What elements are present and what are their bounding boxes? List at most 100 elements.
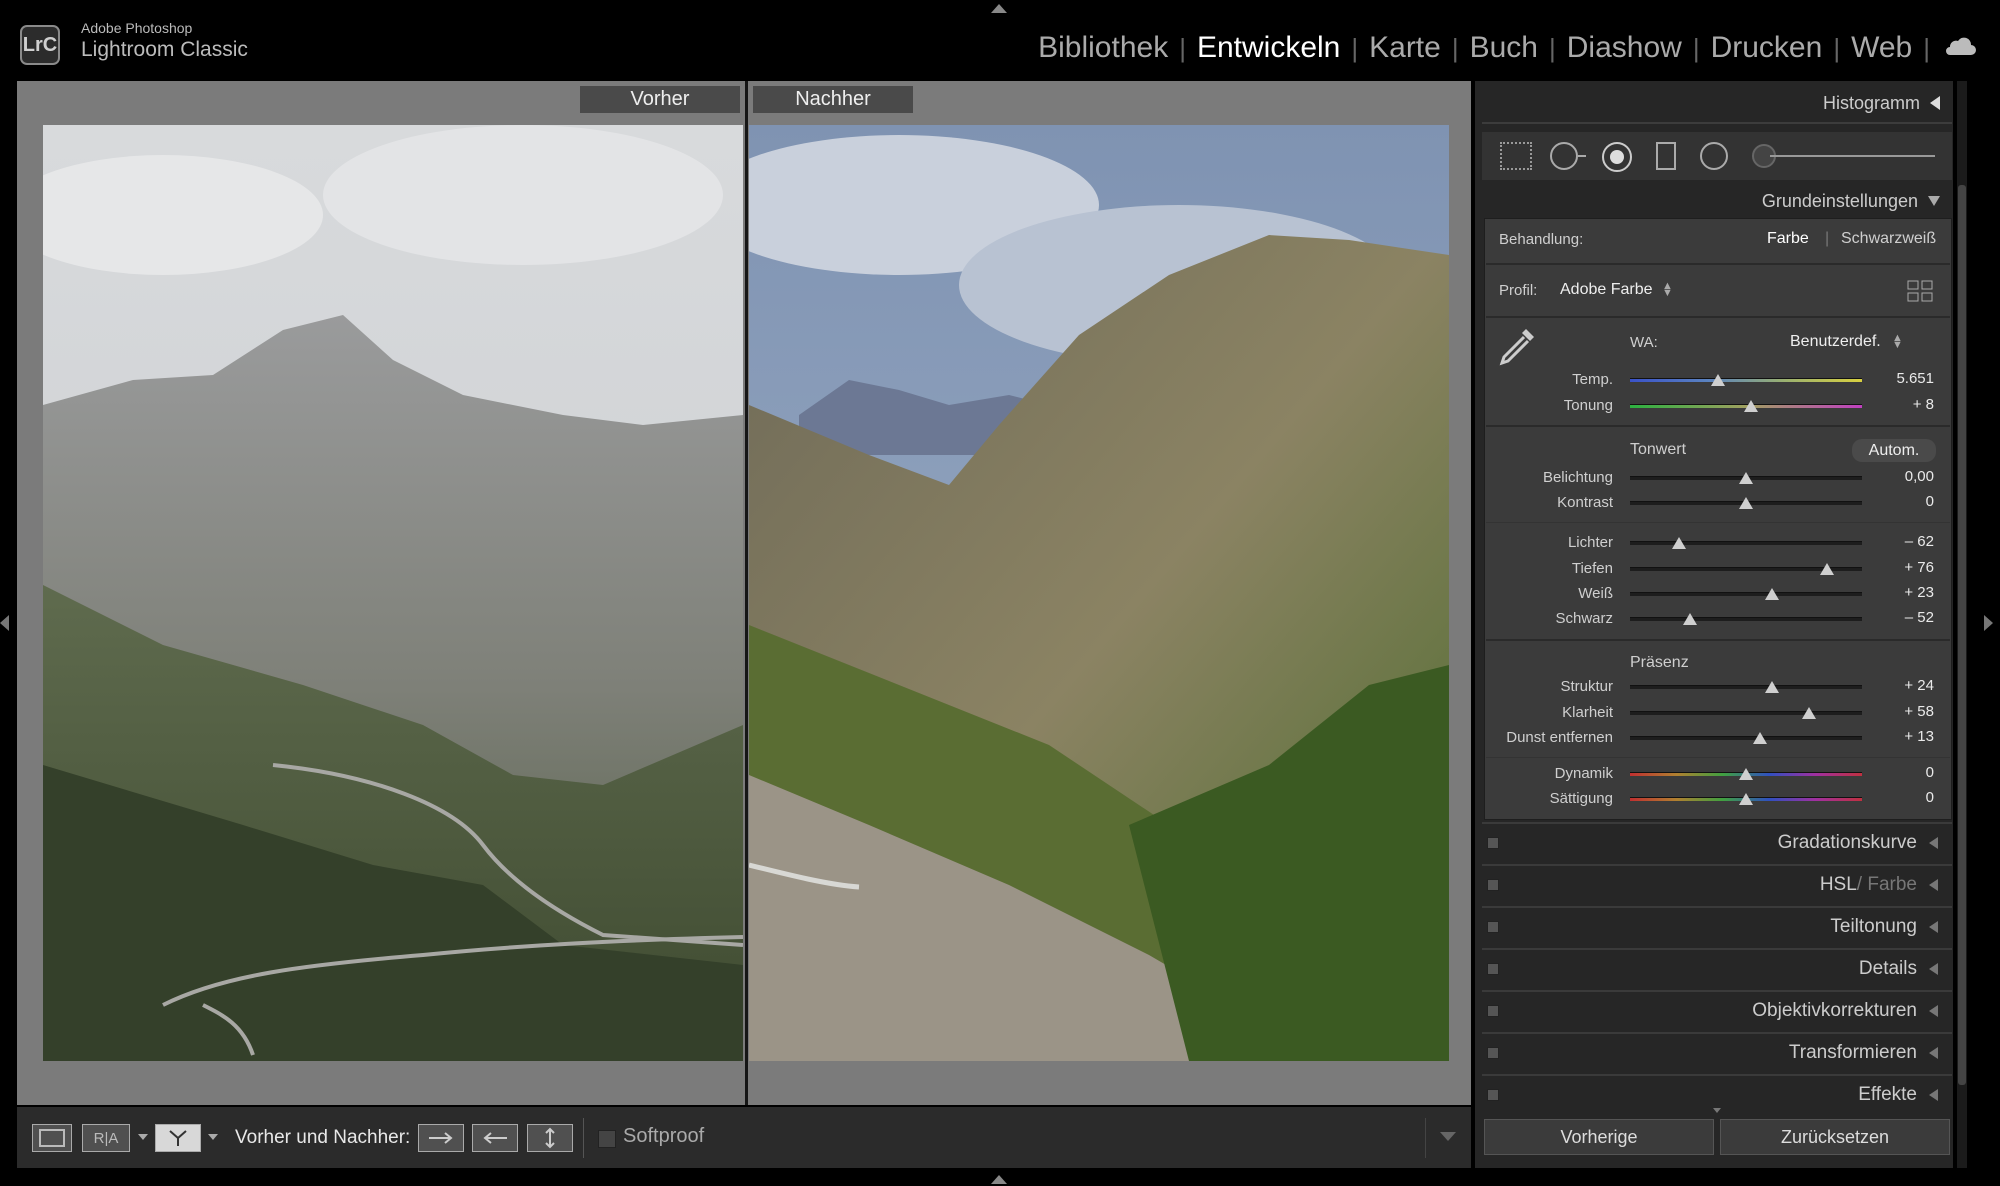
profile-browser-grid-icon[interactable] [1907, 280, 1933, 302]
swap-before-after-button[interactable] [527, 1124, 573, 1152]
module-drucken[interactable]: Drucken [1700, 31, 1834, 65]
slider-thumb-kontrast[interactable] [1739, 497, 1753, 509]
wb-dropdown[interactable]: Benutzerdef. [1790, 333, 1881, 351]
slider-thumb-temp[interactable] [1711, 374, 1726, 386]
auto-tone-button[interactable]: Autom. [1852, 439, 1936, 462]
module-diashow[interactable]: Diashow [1556, 31, 1693, 65]
split-view-button[interactable] [155, 1124, 201, 1152]
slider-track-temp[interactable] [1630, 378, 1862, 382]
module-karte[interactable]: Karte [1358, 31, 1452, 65]
slider-thumb-dunst[interactable] [1752, 732, 1767, 744]
slider-value-saettigung[interactable]: 0 [1874, 789, 1934, 806]
slider-track-dunst[interactable] [1630, 736, 1862, 740]
slider-value-dunst[interactable]: + 13 [1874, 728, 1934, 745]
slider-value-struktur[interactable]: + 24 [1874, 677, 1934, 694]
section-title: Gradationskurve [1777, 832, 1917, 853]
section-switch-icon[interactable] [1487, 1005, 1499, 1017]
section-header-gradationskurve[interactable]: Gradationskurve [1482, 822, 1952, 862]
slider-label-tiefen: Tiefen [1571, 560, 1613, 577]
slider-value-belichtung[interactable]: 0,00 [1874, 468, 1934, 485]
histogram-title: Histogramm [1822, 92, 1920, 113]
slider-thumb-schwarz[interactable] [1683, 613, 1698, 625]
slider-thumb-belichtung[interactable] [1739, 472, 1753, 484]
section-header-hsl[interactable]: HSL / Farbe [1482, 864, 1952, 904]
treatment-color-option[interactable]: Farbe [1767, 230, 1809, 248]
slider-track-schwarz[interactable] [1630, 617, 1862, 621]
wb-updown-icon[interactable]: ▲ ▼ [1892, 333, 1903, 351]
red-eye-icon[interactable] [1602, 142, 1632, 172]
section-switch-icon[interactable] [1487, 1047, 1499, 1059]
wb-eyedropper-icon[interactable] [1496, 325, 1538, 367]
section-switch-icon[interactable] [1487, 1089, 1499, 1101]
section-header-teiltonung[interactable]: Teiltonung [1482, 906, 1952, 946]
module-buch[interactable]: Buch [1459, 31, 1549, 65]
section-switch-icon[interactable] [1487, 837, 1499, 849]
before-after-divider[interactable] [745, 81, 748, 1105]
slider-label-kontrast: Kontrast [1557, 494, 1613, 511]
right-panel-arrow-icon[interactable] [1984, 615, 1993, 631]
slider-track-lichter[interactable] [1630, 541, 1862, 545]
module-entwickeln[interactable]: Entwickeln [1186, 31, 1351, 65]
slider-value-temp[interactable]: 5.651 [1874, 370, 1934, 387]
slider-track-klarheit[interactable] [1630, 711, 1862, 715]
section-switch-icon[interactable] [1487, 879, 1499, 891]
crop-tool-icon[interactable] [1500, 142, 1532, 170]
split-dropdown-icon[interactable] [208, 1134, 218, 1140]
slider-thumb-tiefen[interactable] [1820, 563, 1835, 575]
expand-triangle-icon [1928, 196, 1940, 206]
basic-panel-header[interactable]: Grundeinstellungen [1480, 186, 1940, 216]
slider-value-tonung[interactable]: + 8 [1874, 396, 1934, 413]
module-separator: | [1923, 32, 1930, 63]
module-bibliothek[interactable]: Bibliothek [1027, 31, 1179, 65]
slider-track-weiss[interactable] [1630, 592, 1862, 596]
slider-label-dynamik: Dynamik [1554, 765, 1613, 782]
radial-filter-icon[interactable] [1700, 142, 1728, 170]
spot-removal-icon[interactable] [1550, 142, 1578, 170]
module-web[interactable]: Web [1840, 31, 1923, 65]
ab-view-button[interactable]: R|A [82, 1124, 130, 1152]
slider-value-klarheit[interactable]: + 58 [1874, 703, 1934, 720]
toolbar-content-dropdown-icon[interactable] [1440, 1132, 1456, 1141]
arrow-right-icon [429, 1132, 453, 1144]
section-header-details[interactable]: Details [1482, 948, 1952, 988]
previous-button[interactable]: Vorherige [1484, 1119, 1714, 1155]
histogram-header[interactable]: Histogramm [1480, 88, 1940, 118]
slider-value-lichter[interactable]: – 62 [1874, 533, 1934, 550]
softproof-checkbox[interactable] [598, 1130, 616, 1148]
slider-thumb-dynamik[interactable] [1739, 768, 1753, 780]
panel-scrollbar-thumb[interactable] [1958, 185, 1966, 1085]
section-switch-icon[interactable] [1487, 921, 1499, 933]
slider-thumb-klarheit[interactable] [1801, 707, 1816, 719]
left-panel-arrow-icon[interactable] [0, 615, 9, 631]
slider-thumb-weiss[interactable] [1764, 588, 1779, 600]
slider-thumb-lichter[interactable] [1671, 537, 1686, 549]
top-panel-arrow-icon[interactable] [991, 4, 1007, 13]
reset-button[interactable]: Zurücksetzen [1720, 1119, 1950, 1155]
treatment-bw-option[interactable]: Schwarzweiß [1841, 230, 1936, 248]
slider-value-tiefen[interactable]: + 76 [1874, 559, 1934, 576]
slider-value-schwarz[interactable]: – 52 [1874, 609, 1934, 626]
cloud-icon[interactable] [1944, 37, 1976, 55]
section-switch-icon[interactable] [1487, 963, 1499, 975]
profile-updown-icon[interactable]: ▲ ▼ [1662, 281, 1673, 299]
tool-slider-track[interactable] [1770, 155, 1935, 157]
section-header-transformieren[interactable]: Transformieren [1482, 1032, 1952, 1072]
section-header-objektivkorrekturen[interactable]: Objektivkorrekturen [1482, 990, 1952, 1030]
copy-before-to-after-button[interactable] [418, 1124, 464, 1152]
basic-panel-title: Grundeinstellungen [1761, 190, 1918, 211]
swap-icon [545, 1127, 555, 1149]
slider-value-dynamik[interactable]: 0 [1874, 764, 1934, 781]
ab-dropdown-icon[interactable] [138, 1134, 148, 1140]
slider-thumb-struktur[interactable] [1764, 681, 1779, 693]
copy-after-to-before-button[interactable] [472, 1124, 518, 1152]
slider-value-kontrast[interactable]: 0 [1874, 493, 1934, 510]
slider-thumb-tonung[interactable] [1743, 400, 1758, 412]
graduated-filter-icon[interactable] [1656, 142, 1676, 170]
slider-thumb-saettigung[interactable] [1739, 793, 1753, 805]
bottom-panel-arrow-icon[interactable] [991, 1175, 1007, 1184]
slider-value-weiss[interactable]: + 23 [1874, 584, 1934, 601]
loupe-view-button[interactable] [32, 1124, 72, 1152]
slider-track-struktur[interactable] [1630, 685, 1862, 689]
profile-dropdown[interactable]: Adobe Farbe [1560, 281, 1653, 299]
lrc-logo: LrC [20, 25, 60, 65]
